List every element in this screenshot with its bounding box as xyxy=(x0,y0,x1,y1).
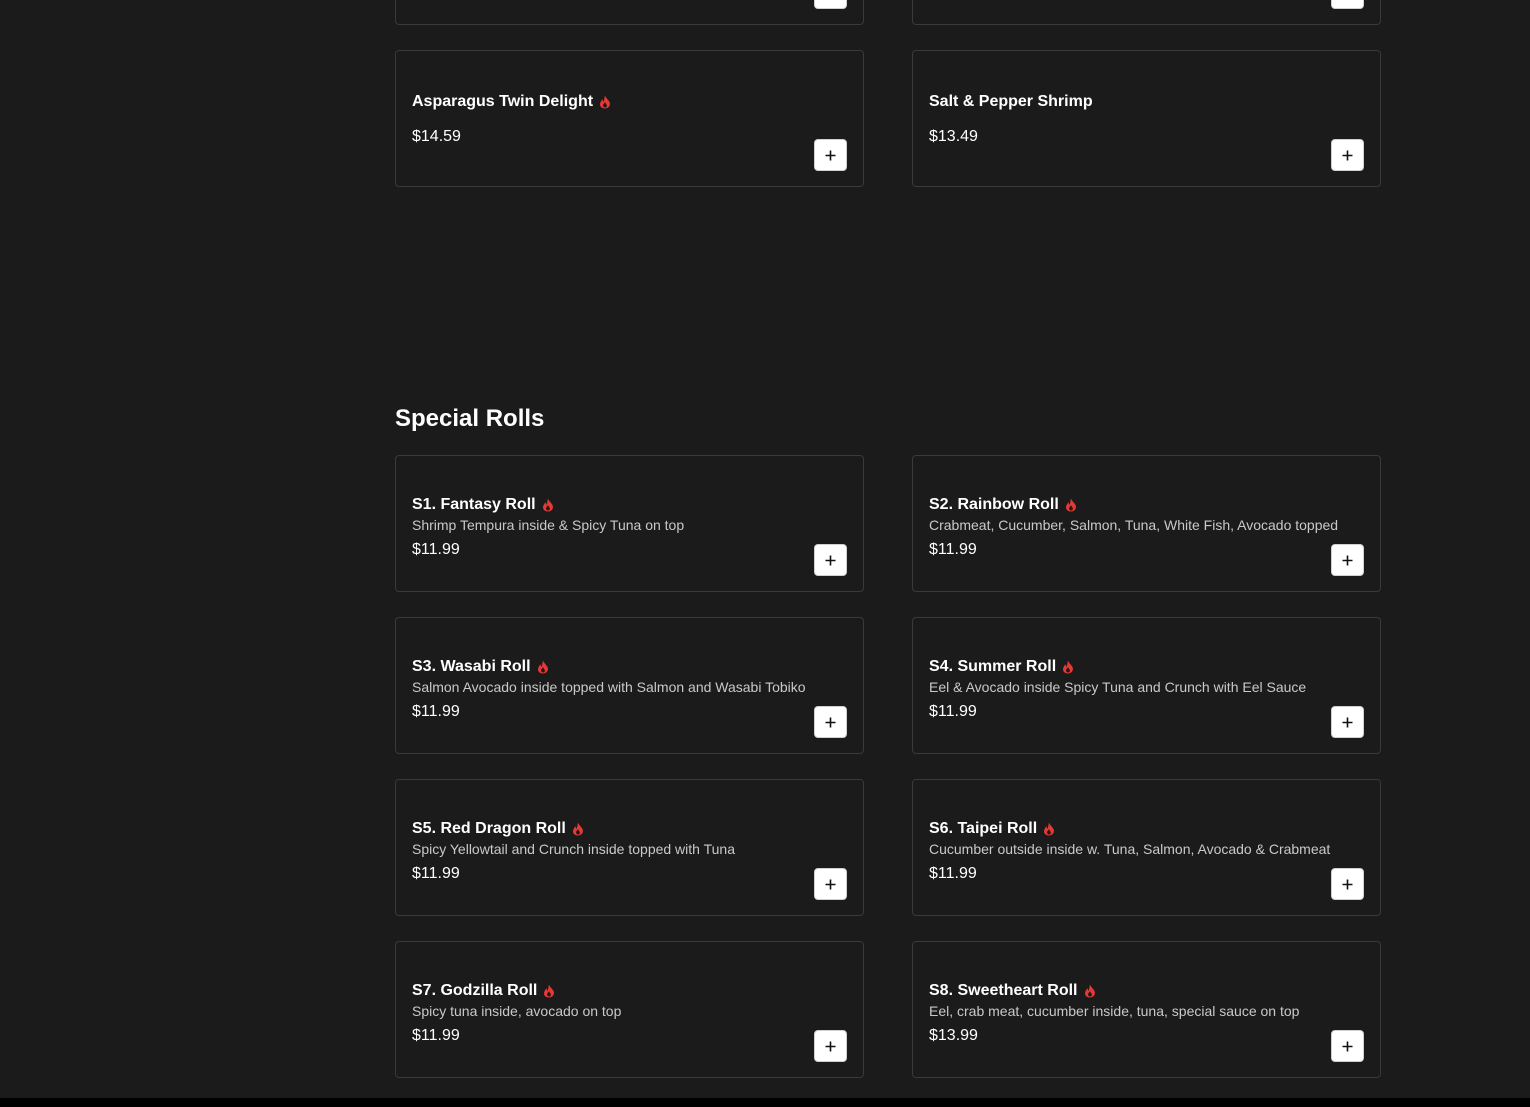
item-name: S1. Fantasy Roll xyxy=(412,496,554,514)
add-item-button[interactable] xyxy=(814,1030,847,1062)
add-item-button[interactable] xyxy=(814,139,847,171)
add-item-button[interactable] xyxy=(1331,0,1364,9)
menu-item-card[interactable]: S2. Rainbow Roll Crabmeat, Cucumber, Sal… xyxy=(912,455,1381,592)
item-description: Eel & Avocado inside Spicy Tuna and Crun… xyxy=(929,679,1307,695)
item-name: S5. Red Dragon Roll xyxy=(412,820,584,838)
add-item-button[interactable] xyxy=(1331,1030,1364,1062)
menu-item-card[interactable]: Salt & Pepper Shrimp $13.49 xyxy=(912,50,1381,187)
add-item-button[interactable] xyxy=(1331,868,1364,900)
item-name: S2. Rainbow Roll xyxy=(929,496,1077,514)
item-description: Cucumber outside inside w. Tuna, Salmon,… xyxy=(929,841,1331,857)
menu-item-card[interactable]: S6. Taipei Roll Cucumber outside inside … xyxy=(912,779,1381,916)
item-name: S8. Sweetheart Roll xyxy=(929,982,1096,1000)
add-item-button[interactable] xyxy=(1331,706,1364,738)
menu-item-card[interactable] xyxy=(395,0,864,25)
menu-item-card[interactable] xyxy=(912,0,1381,25)
menu-item-card[interactable]: S1. Fantasy Roll Shrimp Tempura inside &… xyxy=(395,455,864,592)
add-item-button[interactable] xyxy=(1331,544,1364,576)
add-item-button[interactable] xyxy=(814,0,847,9)
item-description: Spicy tuna inside, avocado on top xyxy=(412,1003,622,1019)
item-name: Salt & Pepper Shrimp xyxy=(929,93,1093,110)
item-name: S6. Taipei Roll xyxy=(929,820,1055,838)
special-rolls-items: S1. Fantasy Roll Shrimp Tempura inside &… xyxy=(395,455,1381,1078)
item-description: Shrimp Tempura inside & Spicy Tuna on to… xyxy=(412,517,685,533)
plus-icon xyxy=(825,150,836,160)
item-price: $11.99 xyxy=(412,1027,460,1044)
item-price: $13.49 xyxy=(929,128,978,145)
footer-bar xyxy=(0,1098,1530,1107)
add-item-button[interactable] xyxy=(814,544,847,576)
item-price: $13.99 xyxy=(929,1027,978,1044)
item-price: $11.99 xyxy=(929,541,977,558)
plus-icon xyxy=(1342,879,1353,889)
flame-icon xyxy=(1062,660,1074,674)
plus-icon xyxy=(825,555,836,565)
flame-icon xyxy=(572,822,584,836)
plus-icon xyxy=(825,879,836,889)
item-price: $11.99 xyxy=(412,541,460,558)
item-price: $11.99 xyxy=(412,703,460,720)
flame-icon xyxy=(1065,498,1077,512)
item-name: S7. Godzilla Roll xyxy=(412,982,555,1000)
item-price: $11.99 xyxy=(929,865,977,882)
item-price: $14.59 xyxy=(412,128,461,145)
flame-icon xyxy=(1084,984,1096,998)
plus-icon xyxy=(1342,717,1353,727)
add-item-button[interactable] xyxy=(814,868,847,900)
menu-item-card[interactable]: S4. Summer Roll Eel & Avocado inside Spi… xyxy=(912,617,1381,754)
menu-item-card[interactable]: Asparagus Twin Delight $14.59 xyxy=(395,50,864,187)
item-name: S3. Wasabi Roll xyxy=(412,658,549,676)
menu-item-card[interactable]: S3. Wasabi Roll Salmon Avocado inside to… xyxy=(395,617,864,754)
flame-icon xyxy=(599,95,611,109)
item-description: Eel, crab meat, cucumber inside, tuna, s… xyxy=(929,1003,1300,1019)
menu-item-card[interactable]: S7. Godzilla Roll Spicy tuna inside, avo… xyxy=(395,941,864,1078)
menu-item-card[interactable]: S5. Red Dragon Roll Spicy Yellowtail and… xyxy=(395,779,864,916)
item-name: S4. Summer Roll xyxy=(929,658,1074,676)
plus-icon xyxy=(1342,150,1353,160)
item-price: $11.99 xyxy=(412,865,460,882)
flame-icon xyxy=(543,984,555,998)
plus-icon xyxy=(825,1041,836,1051)
add-item-button[interactable] xyxy=(1331,139,1364,171)
plus-icon xyxy=(1342,1041,1353,1051)
item-description: Spicy Yellowtail and Crunch inside toppe… xyxy=(412,841,735,857)
flame-icon xyxy=(537,660,549,674)
add-item-button[interactable] xyxy=(814,706,847,738)
item-description: Crabmeat, Cucumber, Salmon, Tuna, White … xyxy=(929,517,1339,533)
menu-item-card[interactable]: S8. Sweetheart Roll Eel, crab meat, cucu… xyxy=(912,941,1381,1078)
item-description: Salmon Avocado inside topped with Salmon… xyxy=(412,679,806,695)
section-title: Special Rolls xyxy=(395,405,545,432)
plus-icon xyxy=(1342,555,1353,565)
flame-icon xyxy=(542,498,554,512)
item-name: Asparagus Twin Delight xyxy=(412,93,611,111)
menu-page: Asparagus Twin Delight $14.59 Salt & Pep… xyxy=(0,0,1530,1107)
item-price: $11.99 xyxy=(929,703,977,720)
flame-icon xyxy=(1043,822,1055,836)
previous-section-items: Asparagus Twin Delight $14.59 Salt & Pep… xyxy=(395,0,1381,187)
plus-icon xyxy=(825,717,836,727)
